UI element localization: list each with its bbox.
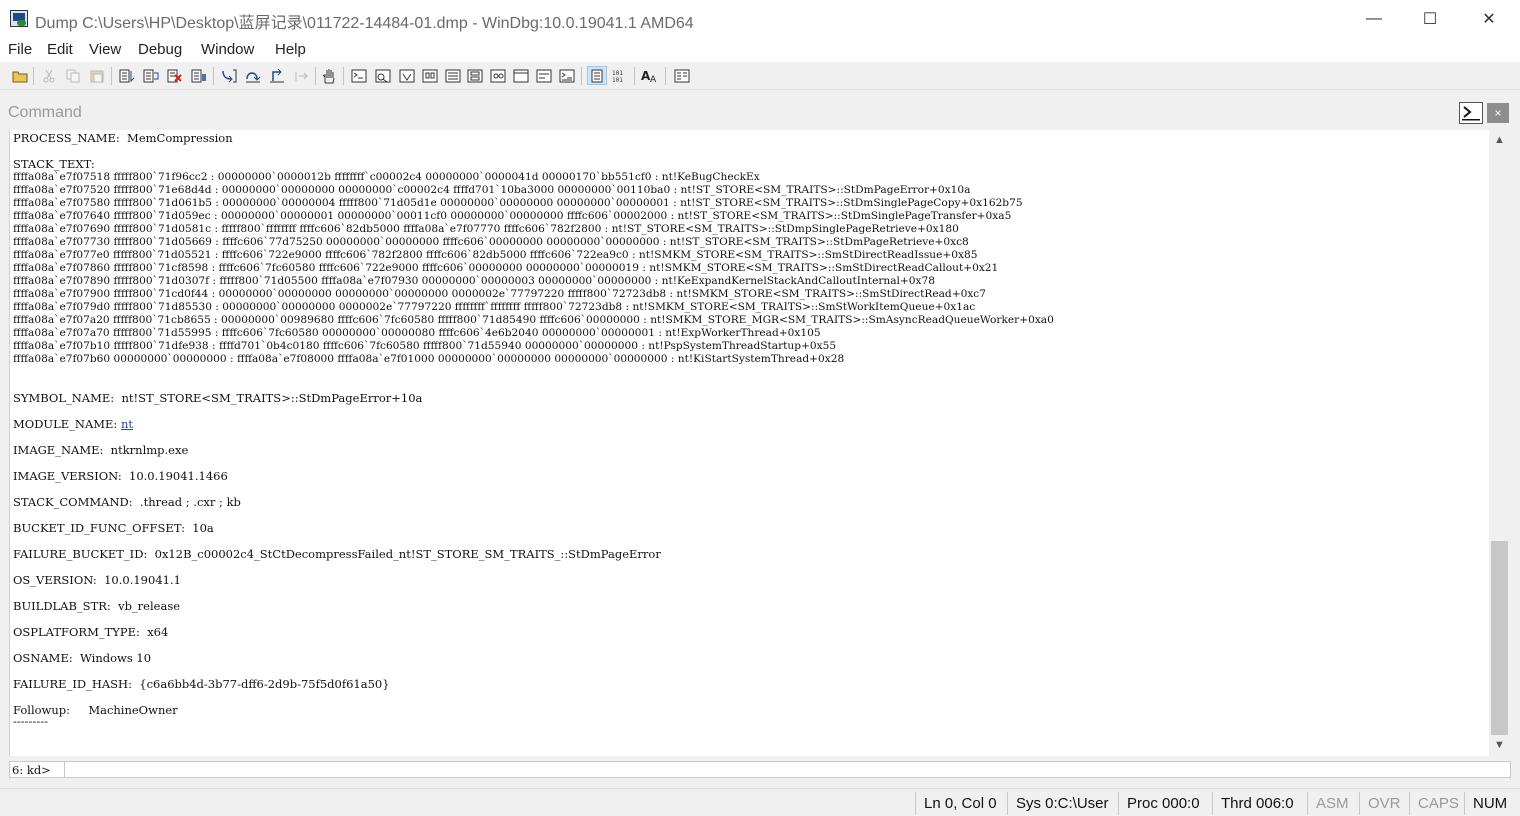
open-folder-icon[interactable] (11, 67, 29, 84)
processes-threads-icon[interactable] (535, 67, 553, 84)
stack-frame: ffffa08a`e7f07518 fffff800`71f96cc2 : 00… (13, 171, 760, 183)
source-window-icon[interactable] (558, 67, 576, 84)
svg-text:101: 101 (612, 70, 623, 77)
break-icon[interactable] (190, 67, 208, 84)
process-name-line: PROCESS_NAME: MemCompression (13, 131, 233, 145)
stack-frame: ffffa08a`e7f07580 fffff800`71d061b5 : 00… (13, 197, 1023, 209)
step-out-icon[interactable] (268, 67, 286, 84)
menu-debug[interactable]: Debug (138, 41, 182, 58)
scroll-down-arrow-icon[interactable]: ▼ (1489, 737, 1510, 753)
status-ovr: OVR (1359, 792, 1409, 815)
stack-frame: ffffa08a`e7f07900 fffff800`71cd0f44 : 00… (13, 288, 986, 300)
scroll-up-arrow-icon[interactable]: ▲ (1489, 132, 1510, 148)
command-output: PROCESS_NAME: MemCompression STACK_TEXT:… (9, 130, 1489, 756)
watch-window-icon[interactable] (374, 67, 392, 84)
status-caps: CAPS (1409, 792, 1467, 815)
command-input[interactable] (64, 762, 1510, 777)
windbg-app-icon (10, 10, 28, 27)
call-stack-window-icon[interactable] (466, 67, 484, 84)
status-proc: Proc 000:0 (1118, 792, 1208, 815)
toolbar: 101 101 AA (0, 62, 1520, 90)
stack-frame: ffffa08a`e7f07640 fffff800`71d059ec : 00… (13, 210, 1012, 222)
command-window-header (0, 100, 1520, 128)
command-prompt-label: 6: kd> (12, 763, 51, 777)
copy-icon[interactable] (64, 67, 82, 84)
cut-icon[interactable] (40, 67, 58, 84)
command-input-row: 6: kd> (9, 761, 1511, 778)
stack-frame: ffffa08a`e7f079d0 fffff800`71d85530 : 00… (13, 301, 976, 313)
image-version-line: IMAGE_VERSION: 10.0.19041.1466 (13, 469, 228, 483)
stack-frame: ffffa08a`e7f07a20 fffff800`71cb8655 : 00… (13, 314, 1054, 326)
os-version-line: OS_VERSION: 10.0.19041.1 (13, 573, 181, 587)
stack-frame: ffffa08a`e7f07b10 fffff800`71dfe938 : ff… (13, 340, 837, 352)
status-sys: Sys 0:C:\User (1007, 792, 1117, 815)
line-numbers-icon[interactable]: 101 101 (611, 67, 629, 84)
stack-frame: ffffa08a`e7f07b60 00000000`00000000 : ff… (13, 353, 845, 365)
status-num: NUM (1464, 792, 1515, 815)
stack-frame: ffffa08a`e7f07730 fffff800`71d05669 : ff… (13, 236, 969, 248)
stack-frame: ffffa08a`e7f07890 fffff800`71d0307f : ff… (13, 275, 936, 287)
symbol-name-line: SYMBOL_NAME: nt!ST_STORE<SM_TRAITS>::StD… (13, 391, 423, 405)
separator-line: --------- (13, 714, 48, 728)
stop-debugging-icon[interactable] (166, 67, 184, 84)
status-bar: Ln 0, Col 0 Sys 0:C:\User Proc 000:0 Thr… (0, 788, 1520, 816)
close-window-button[interactable]: ✕ (1460, 0, 1518, 38)
menu-bar: File Edit View Debug Window Help (0, 38, 1520, 62)
status-asm: ASM (1307, 792, 1357, 815)
window-title: Dump C:\Users\HP\Desktop\蓝屏记录\011722-144… (35, 15, 694, 32)
menu-window[interactable]: Window (201, 41, 254, 58)
command-prompt-icon[interactable] (1459, 102, 1483, 124)
stack-frame: ffffa08a`e7f07690 fffff800`71d0581c : ff… (13, 223, 959, 235)
bucket-offset-line: BUCKET_ID_FUNC_OFFSET: 10a (13, 521, 214, 535)
locals-window-icon[interactable] (398, 67, 416, 84)
maximize-button[interactable]: ☐ (1401, 0, 1459, 38)
options-icon[interactable] (673, 67, 691, 84)
title-bar: Dump C:\Users\HP\Desktop\蓝屏记录\011722-144… (0, 0, 1520, 38)
stack-frame: ffffa08a`e7f077e0 fffff800`71d05521 : ff… (13, 249, 978, 261)
module-name-label: MODULE_NAME: (13, 417, 121, 431)
step-into-icon[interactable] (220, 67, 238, 84)
stack-command-line: STACK_COMMAND: .thread ; .cxr ; kb (13, 495, 241, 509)
module-name-line: MODULE_NAME: nt (13, 418, 133, 431)
menu-file[interactable]: File (8, 41, 32, 58)
paste-icon[interactable] (88, 67, 106, 84)
stack-text-header: STACK_TEXT: (13, 157, 95, 171)
command-window-icon[interactable] (350, 67, 368, 84)
command-window-close-icon[interactable]: × (1487, 103, 1509, 123)
run-to-cursor-icon[interactable] (292, 67, 310, 84)
scroll-thumb[interactable] (1491, 541, 1508, 735)
restart-icon[interactable] (142, 67, 160, 84)
module-name-link[interactable]: nt (121, 417, 133, 431)
status-thrd: Thrd 006:0 (1212, 792, 1302, 815)
status-line-col: Ln 0, Col 0 (915, 792, 1005, 815)
hand-icon[interactable] (320, 67, 338, 84)
output-scrollbar[interactable]: ▲ ▼ (1489, 130, 1510, 756)
go-icon[interactable] (118, 67, 136, 84)
stack-frame: ffffa08a`e7f07860 fffff800`71cf8598 : ff… (13, 262, 999, 274)
failure-hash-line: FAILURE_ID_HASH: {c6a6bb4d-3b77-dff6-2d9… (13, 677, 390, 691)
menu-help[interactable]: Help (275, 41, 306, 58)
command-window-title: Command (8, 104, 82, 121)
osplatform-line: OSPLATFORM_TYPE: x64 (13, 625, 169, 639)
font-icon[interactable]: AA (641, 67, 659, 84)
scratch-pad-icon[interactable] (512, 67, 530, 84)
svg-text:A: A (650, 75, 657, 83)
menu-view[interactable]: View (89, 41, 121, 58)
source-mode-icon[interactable] (587, 66, 607, 85)
osname-line: OSNAME: Windows 10 (13, 651, 152, 665)
registers-window-icon[interactable] (421, 67, 439, 84)
buildlab-line: BUILDLAB_STR: vb_release (13, 599, 181, 613)
step-over-icon[interactable] (244, 67, 262, 84)
failure-bucket-line: FAILURE_BUCKET_ID: 0x12B_c00002c4_StCtDe… (13, 547, 661, 561)
svg-text:101: 101 (612, 77, 623, 83)
menu-edit[interactable]: Edit (47, 41, 73, 58)
disassembly-window-icon[interactable] (489, 67, 507, 84)
memory-window-icon[interactable] (444, 67, 462, 84)
image-name-line: IMAGE_NAME: ntkrnlmp.exe (13, 443, 189, 457)
stack-frame: ffffa08a`e7f07a70 fffff800`71d55995 : ff… (13, 327, 821, 339)
minimize-button[interactable]: — (1345, 0, 1403, 38)
stack-frame: ffffa08a`e7f07520 fffff800`71e68d4d : 00… (13, 184, 971, 196)
